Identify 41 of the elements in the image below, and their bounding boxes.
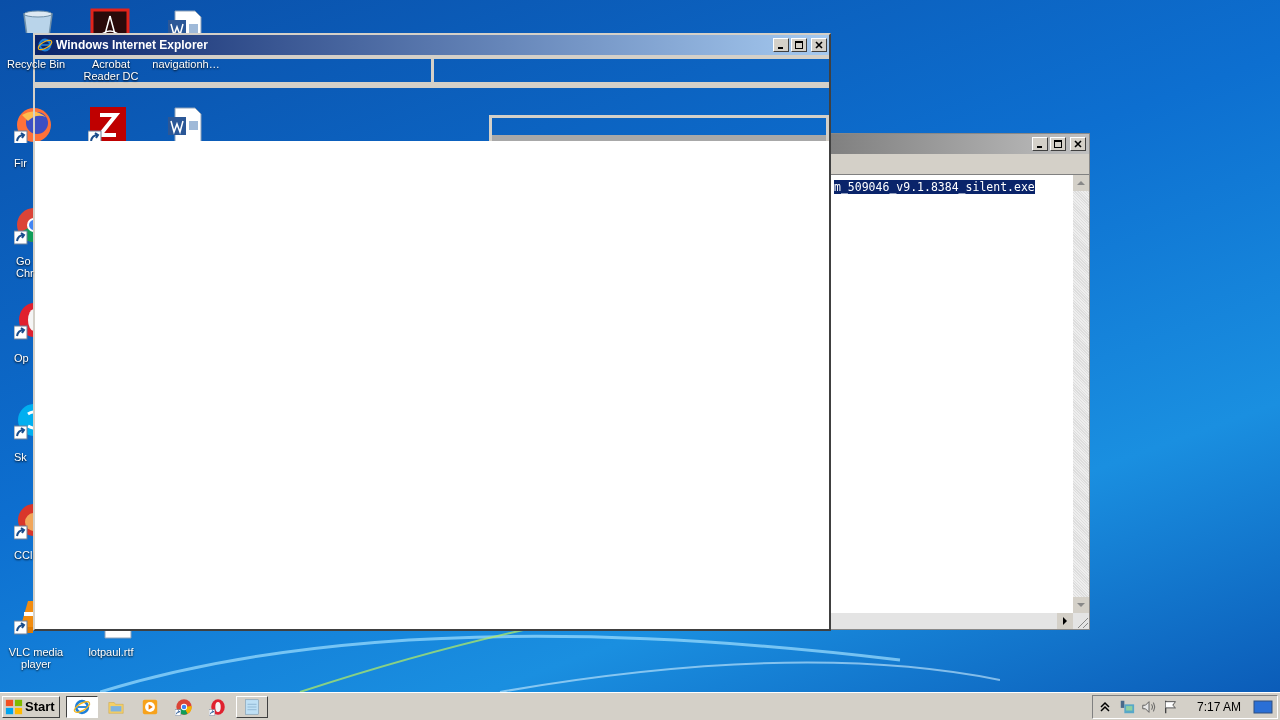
selected-text: m_509046_v9.1.8384_silent.exe [834,180,1035,194]
maximize-button[interactable] [1050,137,1066,151]
minimize-icon [1037,146,1042,148]
window-title: Windows Internet Explorer [56,38,208,52]
network-icon[interactable] [1118,698,1135,715]
show-desktop-icon[interactable] [1253,698,1273,715]
notepad-icon [242,697,261,716]
start-button[interactable]: Start [2,695,60,718]
minimize-button[interactable] [773,38,789,52]
close-icon [814,40,824,50]
pdf-reader-icon[interactable] [90,8,130,33]
speaker-icon[interactable] [1140,698,1157,715]
icon-label: CCl [14,549,34,561]
browser-icon [174,697,193,716]
icon-label: Op [14,352,30,364]
browser-icon[interactable] [14,105,54,143]
clock[interactable]: 7:17 AM [1196,699,1241,714]
close-icon [1073,139,1083,149]
close-button[interactable] [811,38,827,52]
maximize-icon [1053,139,1063,149]
browser-icon [208,697,227,716]
maximize-button[interactable] [791,38,807,52]
browser-icon [37,37,53,53]
minimize-button[interactable] [1032,137,1048,151]
icon-label: Acrobat Reader DC [82,58,140,82]
close-button[interactable] [1070,137,1086,151]
icon-label: VLC media player [7,646,65,670]
maximize-icon [794,40,804,50]
icon-label: lotpaul.rtf [87,646,135,658]
taskbar-button[interactable] [65,695,98,718]
scroll-right-icon[interactable] [1057,613,1073,629]
app-icon[interactable] [88,105,128,143]
icon-label: Sk [14,451,28,463]
flag-icon[interactable] [1162,698,1179,715]
icon-label: navigationh… [151,58,221,70]
play-icon [140,697,159,716]
browser-icon [72,697,91,716]
minimize-icon [778,47,783,49]
windows-logo-icon [5,697,23,716]
horizontal-scrollbar[interactable] [831,613,1089,629]
icon-label: Fir [14,157,28,169]
